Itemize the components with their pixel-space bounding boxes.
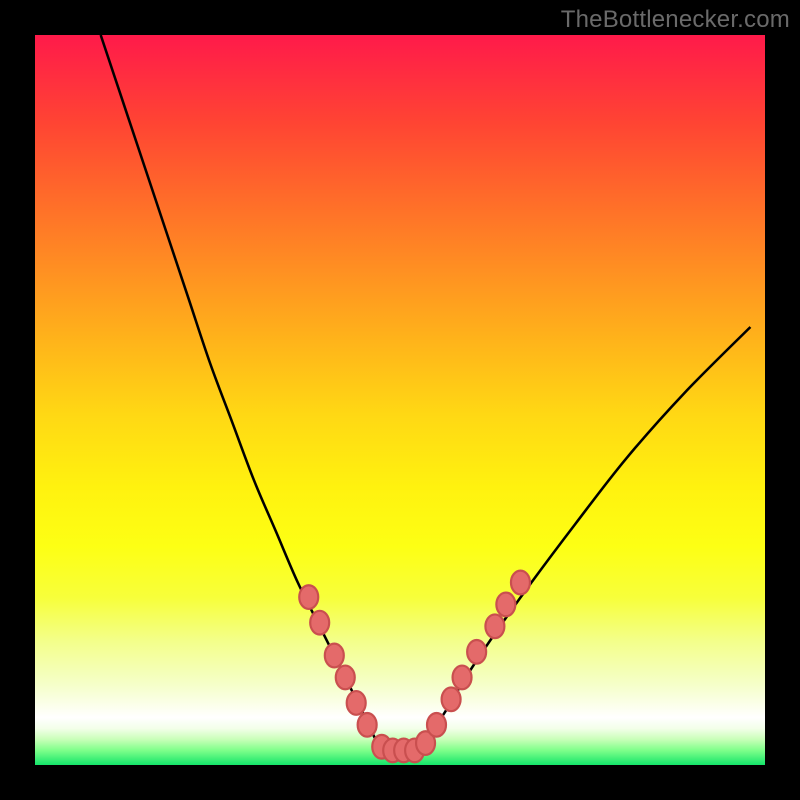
bead-marker	[442, 687, 461, 711]
chart-svg	[35, 35, 765, 765]
bead-marker	[467, 640, 486, 664]
bead-marker	[310, 611, 329, 635]
highlight-beads	[299, 571, 530, 763]
bead-marker	[325, 644, 344, 668]
bottleneck-curve	[101, 35, 751, 751]
bead-marker	[358, 713, 377, 737]
bead-marker	[299, 585, 318, 609]
bead-marker	[347, 691, 366, 715]
chart-frame: TheBottlenecker.com	[0, 0, 800, 800]
bead-marker	[496, 593, 515, 617]
bead-marker	[427, 713, 446, 737]
plot-area	[35, 35, 765, 765]
bead-marker	[453, 666, 472, 690]
watermark-text: TheBottlenecker.com	[561, 6, 790, 34]
bead-marker	[485, 614, 504, 638]
bead-marker	[336, 666, 355, 690]
bead-marker	[511, 571, 530, 595]
